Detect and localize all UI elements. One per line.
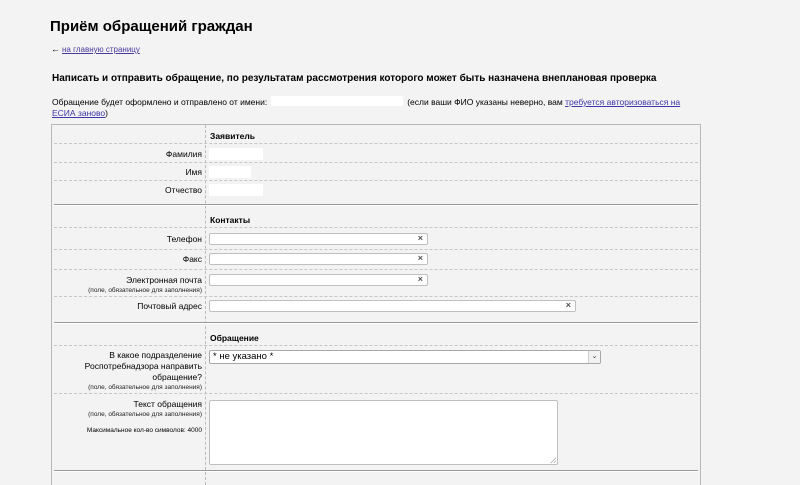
page-title: Приём обращений граждан [50,18,253,35]
chevron-down-icon[interactable]: ⌄ [588,351,600,363]
back-link-row: ← на главную страницу [51,44,140,54]
first-name-label: Имя [185,167,202,177]
clear-icon[interactable]: × [418,274,423,284]
section-separator [54,322,698,324]
section-separator [54,204,698,206]
sender-name-value [271,96,404,106]
row-divider [54,227,698,228]
department-label-block: В какое подразделение Роспотребнадзора н… [52,350,202,392]
max-chars-note: Максимальное кол-во символов: 4000 [86,427,202,434]
first-name-value [209,166,251,178]
postal-address-input[interactable]: × [209,300,576,312]
phone-input[interactable]: × [209,233,428,245]
row-divider [54,143,698,144]
clear-icon[interactable]: × [418,233,423,243]
section-separator [54,470,698,472]
appeal-text-area[interactable] [209,400,558,465]
row-divider [54,162,698,163]
clear-icon[interactable]: × [418,253,423,263]
fax-label: Факс [182,254,202,264]
email-required-note: (поле, обязательное для заполнения) [88,287,202,294]
row-divider [54,393,698,394]
department-label: В какое подразделение Роспотребнадзора н… [84,350,202,382]
appeal-text-label-block: Текст обращения (поле, обязательное для … [88,399,202,419]
clear-icon[interactable]: × [566,300,571,310]
contacts-section-title: Контакты [210,215,251,225]
applicant-section-title: Заявитель [210,131,255,141]
appeal-text-required-note: (поле, обязательное для заполнения) [88,411,202,418]
appeal-form: Заявитель Фамилия Имя Отчество Контакты … [51,124,701,485]
sender-suffix: (если ваши ФИО указаны неверно, вам [407,97,563,107]
column-divider [205,125,206,485]
phone-label: Телефон [166,234,202,244]
department-selected-value: * не указано * [213,351,274,362]
sender-close: ) [105,108,108,118]
last-name-value [209,148,263,160]
email-input[interactable]: × [209,274,428,286]
row-divider [54,249,698,250]
row-divider [54,296,698,297]
appeal-text-label: Текст обращения [133,399,202,409]
department-select[interactable]: * не указано * ⌄ [209,350,601,364]
postal-address-label: Почтовый адрес [137,301,202,311]
sender-info: Обращение будет оформлено и отправлено о… [52,96,702,119]
email-label-block: Электронная почта (поле, обязательное дл… [88,275,202,295]
email-label: Электронная почта [126,275,202,285]
department-required-note: (поле, обязательное для заполнения) [88,384,202,391]
appeal-section-title: Обращение [210,333,259,343]
row-divider [54,345,698,346]
row-divider [54,180,698,181]
row-divider [54,269,698,270]
back-arrow-icon: ← [51,44,60,54]
home-page-link[interactable]: на главную страницу [62,45,140,54]
patronymic-label: Отчество [165,185,202,195]
resize-handle-icon[interactable] [550,457,556,463]
fax-input[interactable]: × [209,253,428,265]
sender-prefix: Обращение будет оформлено и отправлено о… [52,97,268,107]
form-heading: Написать и отправить обращение, по резул… [52,73,657,84]
last-name-label: Фамилия [165,149,202,159]
patronymic-value [209,184,263,196]
